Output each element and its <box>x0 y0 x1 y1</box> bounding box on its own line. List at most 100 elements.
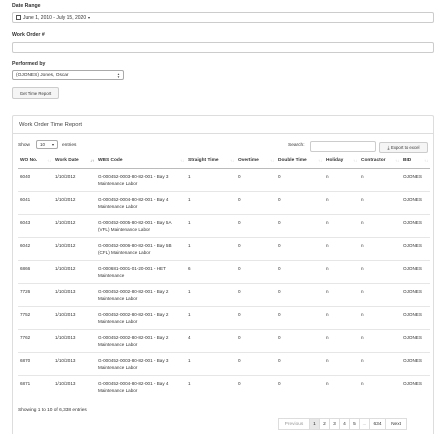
previous-page-button[interactable]: Previous <box>278 418 310 430</box>
table-cell: 0 <box>236 282 276 306</box>
table-cell: 1/10/2013 <box>53 305 96 329</box>
table-cell: 1 <box>188 173 191 179</box>
sort-icon: ↑↓ <box>424 158 428 163</box>
export-excel-label: Export to excel <box>391 145 420 150</box>
table-row: 7762 1/10/2013 G-000452-0002-80-82-001 - B… <box>18 328 430 352</box>
table-cell: 7752 <box>18 305 53 329</box>
table-cell: G-000452-0002-80-82-001 - Bay 2 Maintena… <box>96 282 186 306</box>
table-cell: n <box>324 282 359 306</box>
table-cell: 0 <box>276 328 324 352</box>
entries-length-value: 10 <box>40 142 46 147</box>
table-cell: 1/10/2012 <box>53 259 96 283</box>
table-row: 6870 1/10/2013 G-000452-0003-80-82-001 - B… <box>18 351 430 375</box>
show-label: Show <box>18 143 30 148</box>
table-cell: 6041 <box>18 190 53 214</box>
column-header[interactable]: Overtime ↑↓ <box>236 154 276 169</box>
table-cell: OJONES <box>401 236 430 260</box>
sort-icon: ↑↓ <box>395 158 399 163</box>
table-cell: G-000452-0003-80-82-001 - Bay 3 Maintena… <box>96 351 186 375</box>
chevron-down-icon <box>52 144 54 146</box>
sort-icon: ↑↓ <box>180 158 184 163</box>
work-order-input[interactable] <box>12 42 434 53</box>
column-header[interactable]: WO No. ↑↓ <box>18 154 53 169</box>
table-cell: 0 <box>276 190 324 214</box>
page-button[interactable]: 634 <box>369 418 386 430</box>
table-cell: 1/10/2013 <box>53 328 96 352</box>
table-cell: 1/10/2013 <box>53 282 96 306</box>
table-cell: n <box>324 374 359 398</box>
table-cell: 6870 <box>18 351 53 375</box>
table-cell: n <box>359 259 401 283</box>
table-cell: 1 <box>186 190 236 214</box>
table-cell: 0 <box>276 351 324 375</box>
search-input[interactable] <box>310 141 376 152</box>
table-cell: 6866 <box>18 259 53 283</box>
column-header[interactable]: Double Time ↑↓ <box>276 154 324 169</box>
column-header[interactable]: Holiday ↑↓ <box>324 154 359 169</box>
sort-icon: ↑↓ <box>47 158 51 163</box>
table-row: 6866 1/10/2012 G-000681-0001-01-20-001 - H… <box>18 259 430 283</box>
column-header[interactable]: BID ↑↓ <box>401 154 430 169</box>
table-row: 7752 1/10/2013 G-000452-0002-80-82-001 - B… <box>18 305 430 329</box>
column-header[interactable]: WBS Code ↑↓ <box>96 154 186 169</box>
column-header[interactable]: Straight Time ↑↓ <box>186 154 236 169</box>
table-cell: 6043 <box>18 213 53 237</box>
table-cell: OJONES <box>401 351 430 375</box>
table-cell: n <box>324 328 359 352</box>
table-cell: 1/10/2012 <box>53 236 96 260</box>
table-cell: OJONES <box>401 259 430 283</box>
table-cell: OJONES <box>401 374 430 398</box>
column-header[interactable]: Contractor ↑↓ <box>359 154 401 169</box>
column-header-label: Overtime <box>238 158 259 164</box>
table-cell: 4 <box>186 328 236 352</box>
table-cell: G-000452-0006-80-82-001 - Bay 5B (CFL) M… <box>96 236 186 260</box>
table-cell: G-000452-0005-80-82-001 - Bay 5A (VFL) M… <box>96 213 186 237</box>
table-cell: 7726 <box>18 282 53 306</box>
get-time-report-button[interactable]: Get Time Report <box>12 87 59 99</box>
table-cell: OJONES <box>401 213 430 237</box>
table-cell: G-000452-0002-80-82-001 - Bay 2 Maintena… <box>96 328 186 352</box>
next-page-button[interactable]: Next <box>385 418 407 430</box>
table-cell: 1/10/2012 <box>55 173 76 179</box>
column-header-label: WBS Code <box>98 158 123 164</box>
table-cell: n <box>324 259 359 283</box>
table-cell: 0 <box>276 213 324 237</box>
table-cell: 6 <box>186 259 236 283</box>
column-header-label: Contractor <box>361 158 386 164</box>
table-cell: 0 <box>236 213 276 237</box>
table-cell: OJONES <box>401 190 430 214</box>
table-cell: n <box>359 190 401 214</box>
sort-icon: ↓↑ <box>90 158 94 163</box>
table-cell: 0 <box>236 259 276 283</box>
table-cell: n <box>359 374 401 398</box>
table-row: 7726 1/10/2013 G-000452-0002-80-82-001 - B… <box>18 282 430 306</box>
download-icon: ⤓ <box>387 145 390 150</box>
column-header-label: Double Time <box>278 158 307 164</box>
table-cell: G-000681-0001-01-20-001 - HET Maintenanc… <box>96 259 186 283</box>
table-cell: G-000452-0004-80-82-001 - Bay 4 Maintena… <box>96 374 186 398</box>
table-cell: 0 <box>276 282 324 306</box>
table-cell: 0 <box>276 305 324 329</box>
table-cell: 1/10/2013 <box>53 374 96 398</box>
table-cell: 0 <box>278 173 281 179</box>
performed-by-select[interactable]: (OJONES) Jones, Oscar ▲ ▼ <box>12 70 124 80</box>
table-cell: n <box>359 236 401 260</box>
entries-length-select[interactable]: 10 <box>36 140 58 149</box>
table-info: Showing 1 to 10 of 6,338 entries <box>18 408 87 413</box>
table-cell: 1/10/2012 <box>53 190 96 214</box>
column-header-label: Work Date <box>55 158 79 164</box>
table-cell: 6040 <box>20 173 31 179</box>
export-excel-button[interactable]: ⤓ Export to excel <box>379 142 428 153</box>
date-range-picker[interactable]: June 1, 2010 - July 15, 2020 <box>12 12 434 23</box>
performed-by-value: (OJONES) Jones, Oscar <box>16 72 69 78</box>
sort-icon: ↑↓ <box>353 158 357 163</box>
date-range-label: Date Range <box>12 3 41 9</box>
table-cell: n <box>324 190 359 214</box>
sort-icon: ↑↓ <box>270 158 274 163</box>
report-table: WO No. ↑↓ Work Date ↓↑ WBS Code ↑↓ Straight Ti… <box>18 154 430 398</box>
table-cell: 0 <box>276 374 324 398</box>
table-cell: 1 <box>186 305 236 329</box>
column-header[interactable]: Work Date ↓↑ <box>53 154 96 169</box>
table-cell: n <box>359 282 401 306</box>
table-cell: n <box>361 173 364 179</box>
